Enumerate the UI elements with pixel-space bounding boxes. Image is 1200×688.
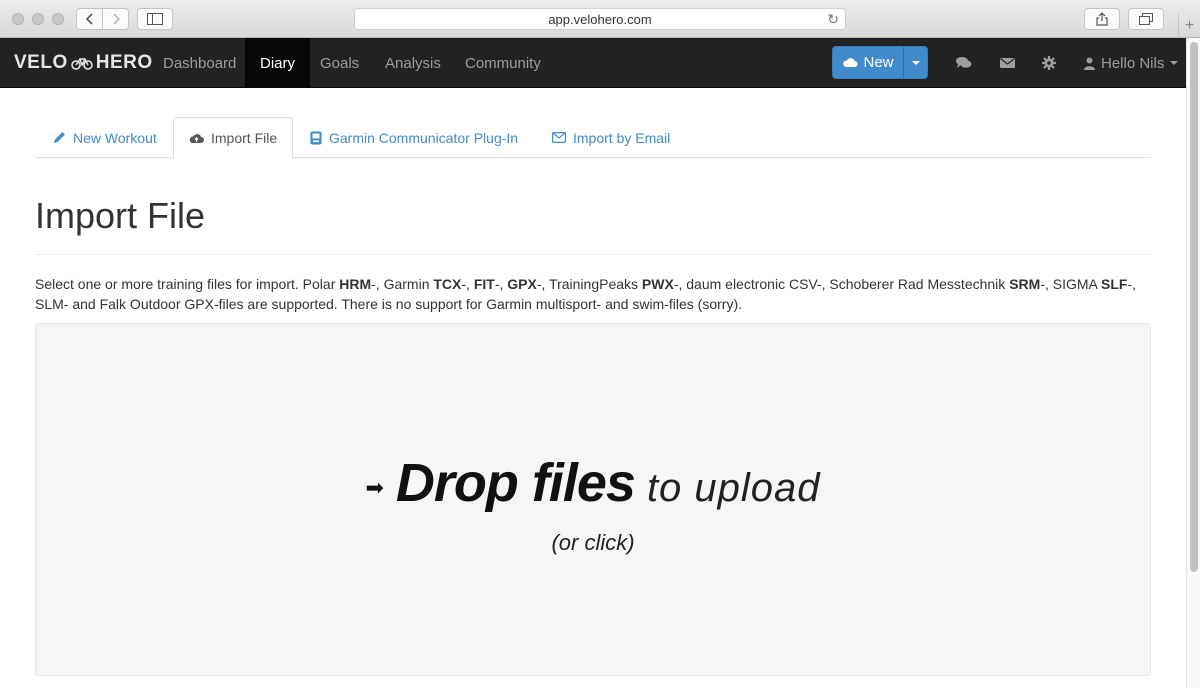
format-pwx: PWX [641,276,674,292]
brand-text-right: HERO [95,52,153,73]
comments-icon[interactable] [955,54,973,72]
format-srm: SRM [1009,276,1041,292]
desc-text: -, [461,276,474,292]
garmin-device-icon [310,131,322,144]
supported-formats-description: Select one or more training files for im… [35,275,1151,314]
chevron-right-icon [112,13,120,25]
format-gpx: GPX [507,276,537,292]
browser-toolbar: app.velohero.com ↻ + [0,0,1200,38]
window-zoom-button[interactable] [52,13,64,25]
cloud-icon [843,58,858,67]
tab-garmin-communicator[interactable]: Garmin Communicator Plug-In [295,117,533,158]
new-button[interactable]: New [832,46,904,79]
page-title: Import File [35,195,206,236]
share-icon [1096,12,1108,26]
back-button[interactable] [76,8,103,30]
pencil-icon [54,132,65,143]
tab-label: Garmin Communicator Plug-In [329,129,519,146]
sidebar-toggle-button[interactable] [137,8,173,30]
format-fit: FIT [473,276,495,292]
format-tcx: TCX [433,276,462,292]
sidebar-icon [147,13,163,25]
desc-text: -, [494,276,508,292]
dropzone-strong-text: Drop files [395,453,636,513]
format-hrm: HRM [339,276,372,292]
forward-button[interactable] [102,8,129,30]
tab-import-file[interactable]: Import File [173,117,294,159]
caret-down-icon [1170,61,1179,65]
reload-icon[interactable]: ↻ [827,11,839,28]
desc-text: -, Garmin [371,276,434,292]
scrollbar-thumb[interactable] [1190,42,1198,572]
address-bar[interactable]: app.velohero.com ↻ [354,8,846,30]
tab-import-by-email[interactable]: Import by Email [537,117,685,158]
divider [35,254,1151,255]
new-tab-button[interactable]: + [1178,14,1200,38]
bicycle-icon [70,58,93,70]
brand-text-left: VELO [14,52,68,73]
new-dropdown-toggle[interactable] [903,46,928,79]
brand-logo[interactable]: VELO HERO [14,52,153,74]
window-minimize-button[interactable] [32,13,44,25]
top-navbar: VELO HERO Dashboard Diary Goals Analysis… [0,38,1186,88]
tab-label: New Workout [73,129,157,146]
nav-dashboard[interactable]: Dashboard [148,38,251,88]
user-menu[interactable]: Hello Nils [1084,38,1179,88]
caret-down-icon [911,60,920,65]
desc-text: Select one or more training files for im… [35,276,340,292]
new-button-label: New [863,54,894,71]
nav-analysis[interactable]: Analysis [370,38,456,88]
url-text: app.velohero.com [548,11,652,27]
tabs-overview-button[interactable] [1128,8,1164,30]
arrow-right-icon: ➡ [365,475,384,500]
tab-new-workout[interactable]: New Workout [38,117,172,158]
tabs-icon [1139,13,1153,25]
import-tabs: New Workout Import File Garmin Communica… [35,117,1151,159]
desc-text: -, daum electronic CSV-, Schoberer Rad M… [673,276,1010,292]
nav-goals[interactable]: Goals [305,38,374,88]
chevron-left-icon [85,13,93,25]
desc-text: -, SIGMA [1040,276,1101,292]
dropzone-subtext: (or click) [551,530,635,555]
dropzone-message: ➡ Drop files to upload [36,452,1150,514]
gear-icon[interactable] [1040,54,1058,72]
file-dropzone[interactable]: ➡ Drop files to upload (or click) [35,323,1151,676]
tab-label: Import File [211,130,278,146]
nav-community[interactable]: Community [450,38,556,88]
dropzone-light-text: to upload [646,466,821,510]
envelope-icon[interactable] [998,54,1016,72]
scrollbar[interactable] [1186,38,1200,688]
format-slf: SLF [1101,276,1128,292]
share-button[interactable] [1084,8,1120,30]
nav-diary[interactable]: Diary [245,38,311,88]
envelope-icon [552,132,566,143]
tab-label: Import by Email [573,129,671,146]
cloud-upload-icon [189,134,204,143]
window-close-button[interactable] [12,13,24,25]
user-icon [1084,57,1095,70]
desc-text: -, TrainingPeaks [536,276,642,292]
user-greeting: Hello Nils [1101,54,1165,72]
